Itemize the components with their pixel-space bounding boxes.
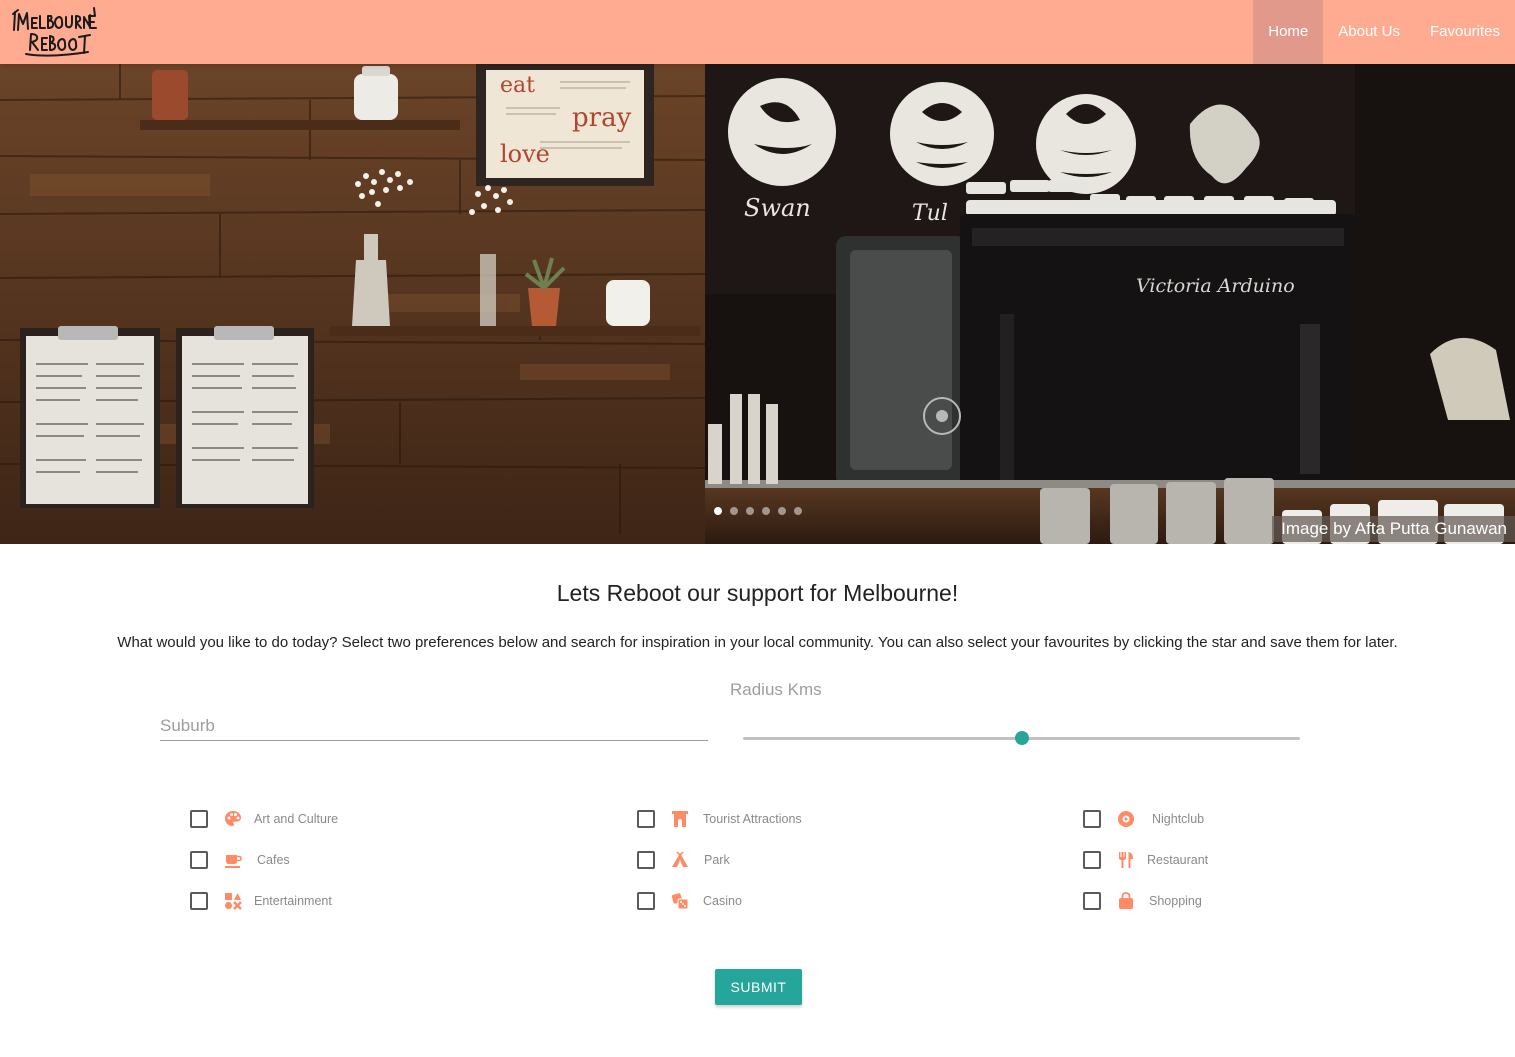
- machine-brand: Victoria Arduino: [1136, 275, 1295, 297]
- pref-label: Casino: [703, 894, 742, 908]
- nav-home[interactable]: Home: [1253, 0, 1324, 64]
- radius-slider-thumb[interactable]: [1014, 731, 1029, 745]
- main-nav: Home About Us Favourites: [1253, 0, 1515, 64]
- pref-shopping[interactable]: Shopping: [1083, 891, 1202, 911]
- navbar: Home About Us Favourites: [0, 0, 1515, 64]
- wall-sign-love: love: [500, 140, 550, 168]
- pref-label: Restaurant: [1147, 853, 1209, 867]
- nav-favourites[interactable]: Favourites: [1415, 0, 1515, 64]
- checkbox[interactable]: [1083, 892, 1101, 910]
- checkbox[interactable]: [190, 810, 208, 828]
- carousel-dot-6[interactable]: [794, 507, 802, 515]
- checkbox[interactable]: [637, 851, 655, 869]
- landmark-icon: [672, 811, 688, 827]
- nav-about-us[interactable]: About Us: [1323, 0, 1415, 64]
- coffee-cup-icon: [225, 855, 242, 868]
- hero-carousel[interactable]: eat pray love Swan Tul Victoria Arduino …: [0, 64, 1515, 544]
- suburb-input[interactable]: [160, 712, 708, 740]
- intro-text: What would you like to do today? Select …: [117, 634, 1398, 651]
- pref-cafes[interactable]: Cafes: [190, 850, 290, 870]
- pref-restaurant[interactable]: Restaurant: [1083, 850, 1208, 870]
- carousel-indicators: [714, 507, 802, 515]
- checkbox[interactable]: [1083, 810, 1101, 828]
- checkbox[interactable]: [190, 892, 208, 910]
- melbourne-reboot-logo[interactable]: [10, 6, 98, 60]
- dice-icon: [671, 893, 689, 910]
- carousel-dot-1[interactable]: [714, 507, 722, 515]
- pref-nightclub[interactable]: Nightclub: [1083, 809, 1204, 829]
- wall-sign-pray: pray: [572, 103, 632, 133]
- utensils-icon: [1119, 852, 1133, 868]
- pref-entertainment[interactable]: Entertainment: [190, 891, 332, 911]
- pref-label: Entertainment: [254, 894, 332, 908]
- tent-icon: [672, 851, 688, 867]
- pref-label: Tourist Attractions: [703, 812, 802, 826]
- carousel-dot-3[interactable]: [746, 507, 754, 515]
- pref-label: Nightclub: [1152, 812, 1205, 826]
- checkbox[interactable]: [1083, 851, 1101, 869]
- checkbox[interactable]: [190, 851, 208, 869]
- shopping-bag-icon: [1119, 892, 1133, 909]
- suburb-field: [160, 712, 708, 741]
- carousel-dot-4[interactable]: [762, 507, 770, 515]
- carousel-dot-5[interactable]: [778, 507, 786, 515]
- pref-casino[interactable]: Casino: [637, 891, 742, 911]
- pref-label: Shopping: [1149, 894, 1202, 908]
- entertainment-icon: [225, 893, 242, 910]
- carousel-dot-2[interactable]: [730, 507, 738, 515]
- cafe-interior-image: eat pray love Swan Tul Victoria Arduino: [0, 64, 1515, 544]
- submit-button[interactable]: SUBMIT: [715, 969, 802, 1005]
- palette-icon: [225, 811, 241, 826]
- checkbox[interactable]: [637, 892, 655, 910]
- pref-label: Art and Culture: [254, 812, 339, 826]
- latte-art-name-swan: Swan: [744, 194, 811, 222]
- pref-label: Park: [704, 853, 730, 867]
- pref-tourist-attractions[interactable]: Tourist Attractions: [637, 809, 802, 829]
- pref-park[interactable]: Park: [637, 850, 730, 870]
- page-headline: Lets Reboot our support for Melbourne!: [556, 580, 959, 606]
- latte-art-name-tul: Tul: [912, 201, 948, 226]
- image-credit-caption: Image by Afta Putta Gunawan: [1272, 516, 1515, 542]
- pref-label: Cafes: [257, 853, 290, 867]
- checkbox[interactable]: [637, 810, 655, 828]
- radius-label: Radius Kms: [730, 680, 822, 699]
- disc-icon: [1118, 811, 1134, 827]
- wall-sign-eat: eat: [500, 73, 535, 98]
- pref-art-and-culture[interactable]: Art and Culture: [190, 809, 338, 829]
